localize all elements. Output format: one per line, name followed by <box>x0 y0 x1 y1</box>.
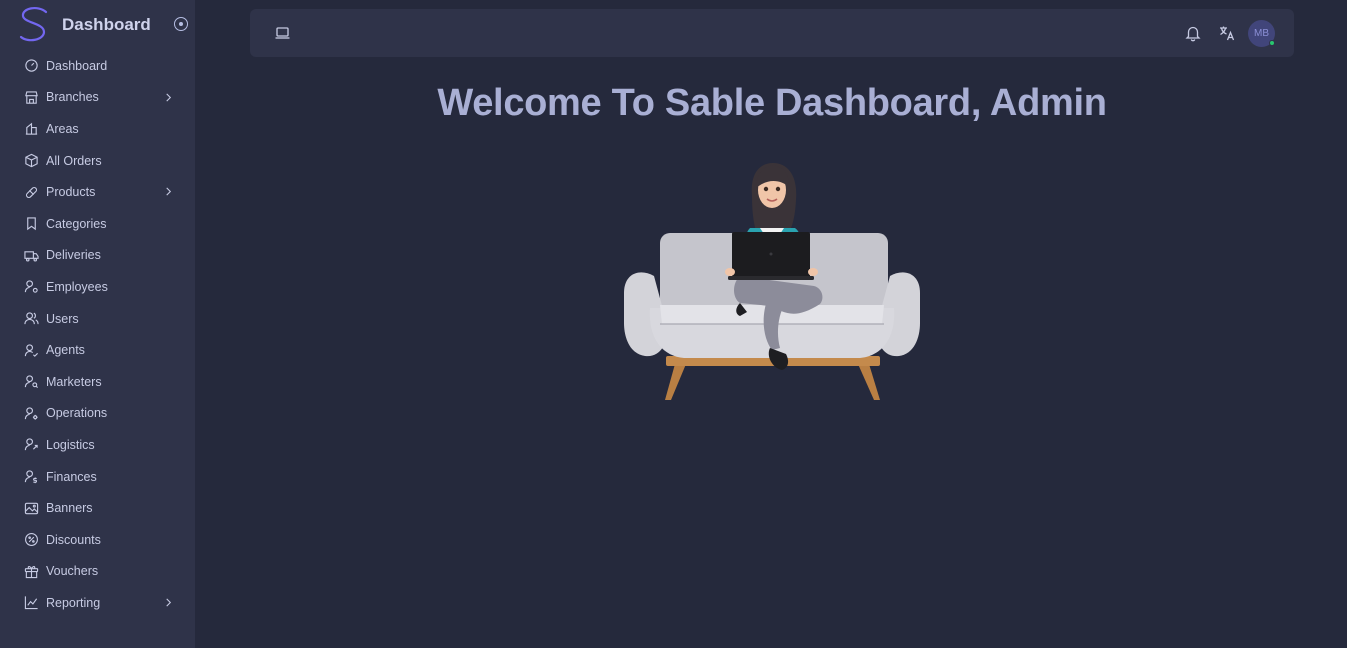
user-dollar-icon <box>24 470 38 484</box>
truck-icon <box>24 251 39 262</box>
sidebar-item-dashboard[interactable]: Dashboard <box>0 50 195 82</box>
translate-icon[interactable] <box>1218 24 1236 42</box>
sidebar-item-marketers[interactable]: Marketers <box>0 366 195 398</box>
image-icon <box>24 502 39 514</box>
pill-icon <box>25 186 38 198</box>
chart-icon <box>24 596 38 610</box>
laptop-icon[interactable] <box>274 25 291 41</box>
user-search-icon <box>24 375 38 389</box>
sidebar-item-reporting[interactable]: Reporting <box>0 587 195 619</box>
online-status-badge <box>1269 40 1275 46</box>
sidebar-item-users[interactable]: Users <box>0 303 195 335</box>
building-icon <box>25 123 38 136</box>
sidebar-item-areas[interactable]: Areas <box>0 113 195 145</box>
sidebar-item-all-orders[interactable]: All Orders <box>0 145 195 177</box>
brand[interactable]: Dashboard <box>18 6 188 44</box>
sidebar-item-categories[interactable]: Categories <box>0 208 195 240</box>
sidebar-item-discounts[interactable]: Discounts <box>0 524 195 556</box>
chevron-right-icon <box>166 93 172 102</box>
user-share-icon <box>24 438 38 451</box>
chevron-right-icon <box>166 187 172 196</box>
sidebar-item-operations[interactable]: Operations <box>0 398 195 430</box>
sidebar-item-agents[interactable]: Agents <box>0 334 195 366</box>
user-cog-icon <box>24 407 38 420</box>
top-navbar: MB <box>250 9 1294 57</box>
bell-icon[interactable] <box>1184 24 1202 42</box>
avatar-initials: MB <box>1254 28 1269 39</box>
user-check-icon <box>24 343 38 357</box>
sidebar-toggle-icon[interactable] <box>174 17 188 31</box>
package-icon <box>25 153 38 168</box>
store-icon <box>25 91 38 104</box>
sidebar-item-vouchers[interactable]: Vouchers <box>0 556 195 588</box>
discount-icon <box>25 533 38 547</box>
sidebar-item-logistics[interactable]: Logistics <box>0 429 195 461</box>
page-title: Welcome To Sable Dashboard, Admin <box>437 82 1107 124</box>
bookmark-icon <box>27 217 36 231</box>
avatar[interactable]: MB <box>1248 20 1275 47</box>
gauge-icon <box>25 59 38 72</box>
sidebar-item-employees[interactable]: Employees <box>0 271 195 303</box>
brand-name: Dashboard <box>62 15 151 34</box>
sidebar-item-banners[interactable]: Banners <box>0 492 195 524</box>
users-icon <box>24 312 39 325</box>
chevron-right-icon <box>166 598 172 607</box>
gift-icon <box>24 565 39 578</box>
sidebar-item-branches[interactable]: Branches <box>0 82 195 114</box>
sidebar-menu: Dashboard Branches Areas All Orders Prod… <box>0 50 195 619</box>
sidebar-item-finances[interactable]: Finances <box>0 461 195 493</box>
sidebar-item-deliveries[interactable]: Deliveries <box>0 240 195 272</box>
logo-icon <box>19 6 48 42</box>
user-gear-icon <box>24 280 38 294</box>
sidebar-item-products[interactable]: Products <box>0 176 195 208</box>
sidebar: Dashboard Dashboard Branches Areas All O… <box>0 0 195 648</box>
hero-illustration <box>624 163 920 400</box>
